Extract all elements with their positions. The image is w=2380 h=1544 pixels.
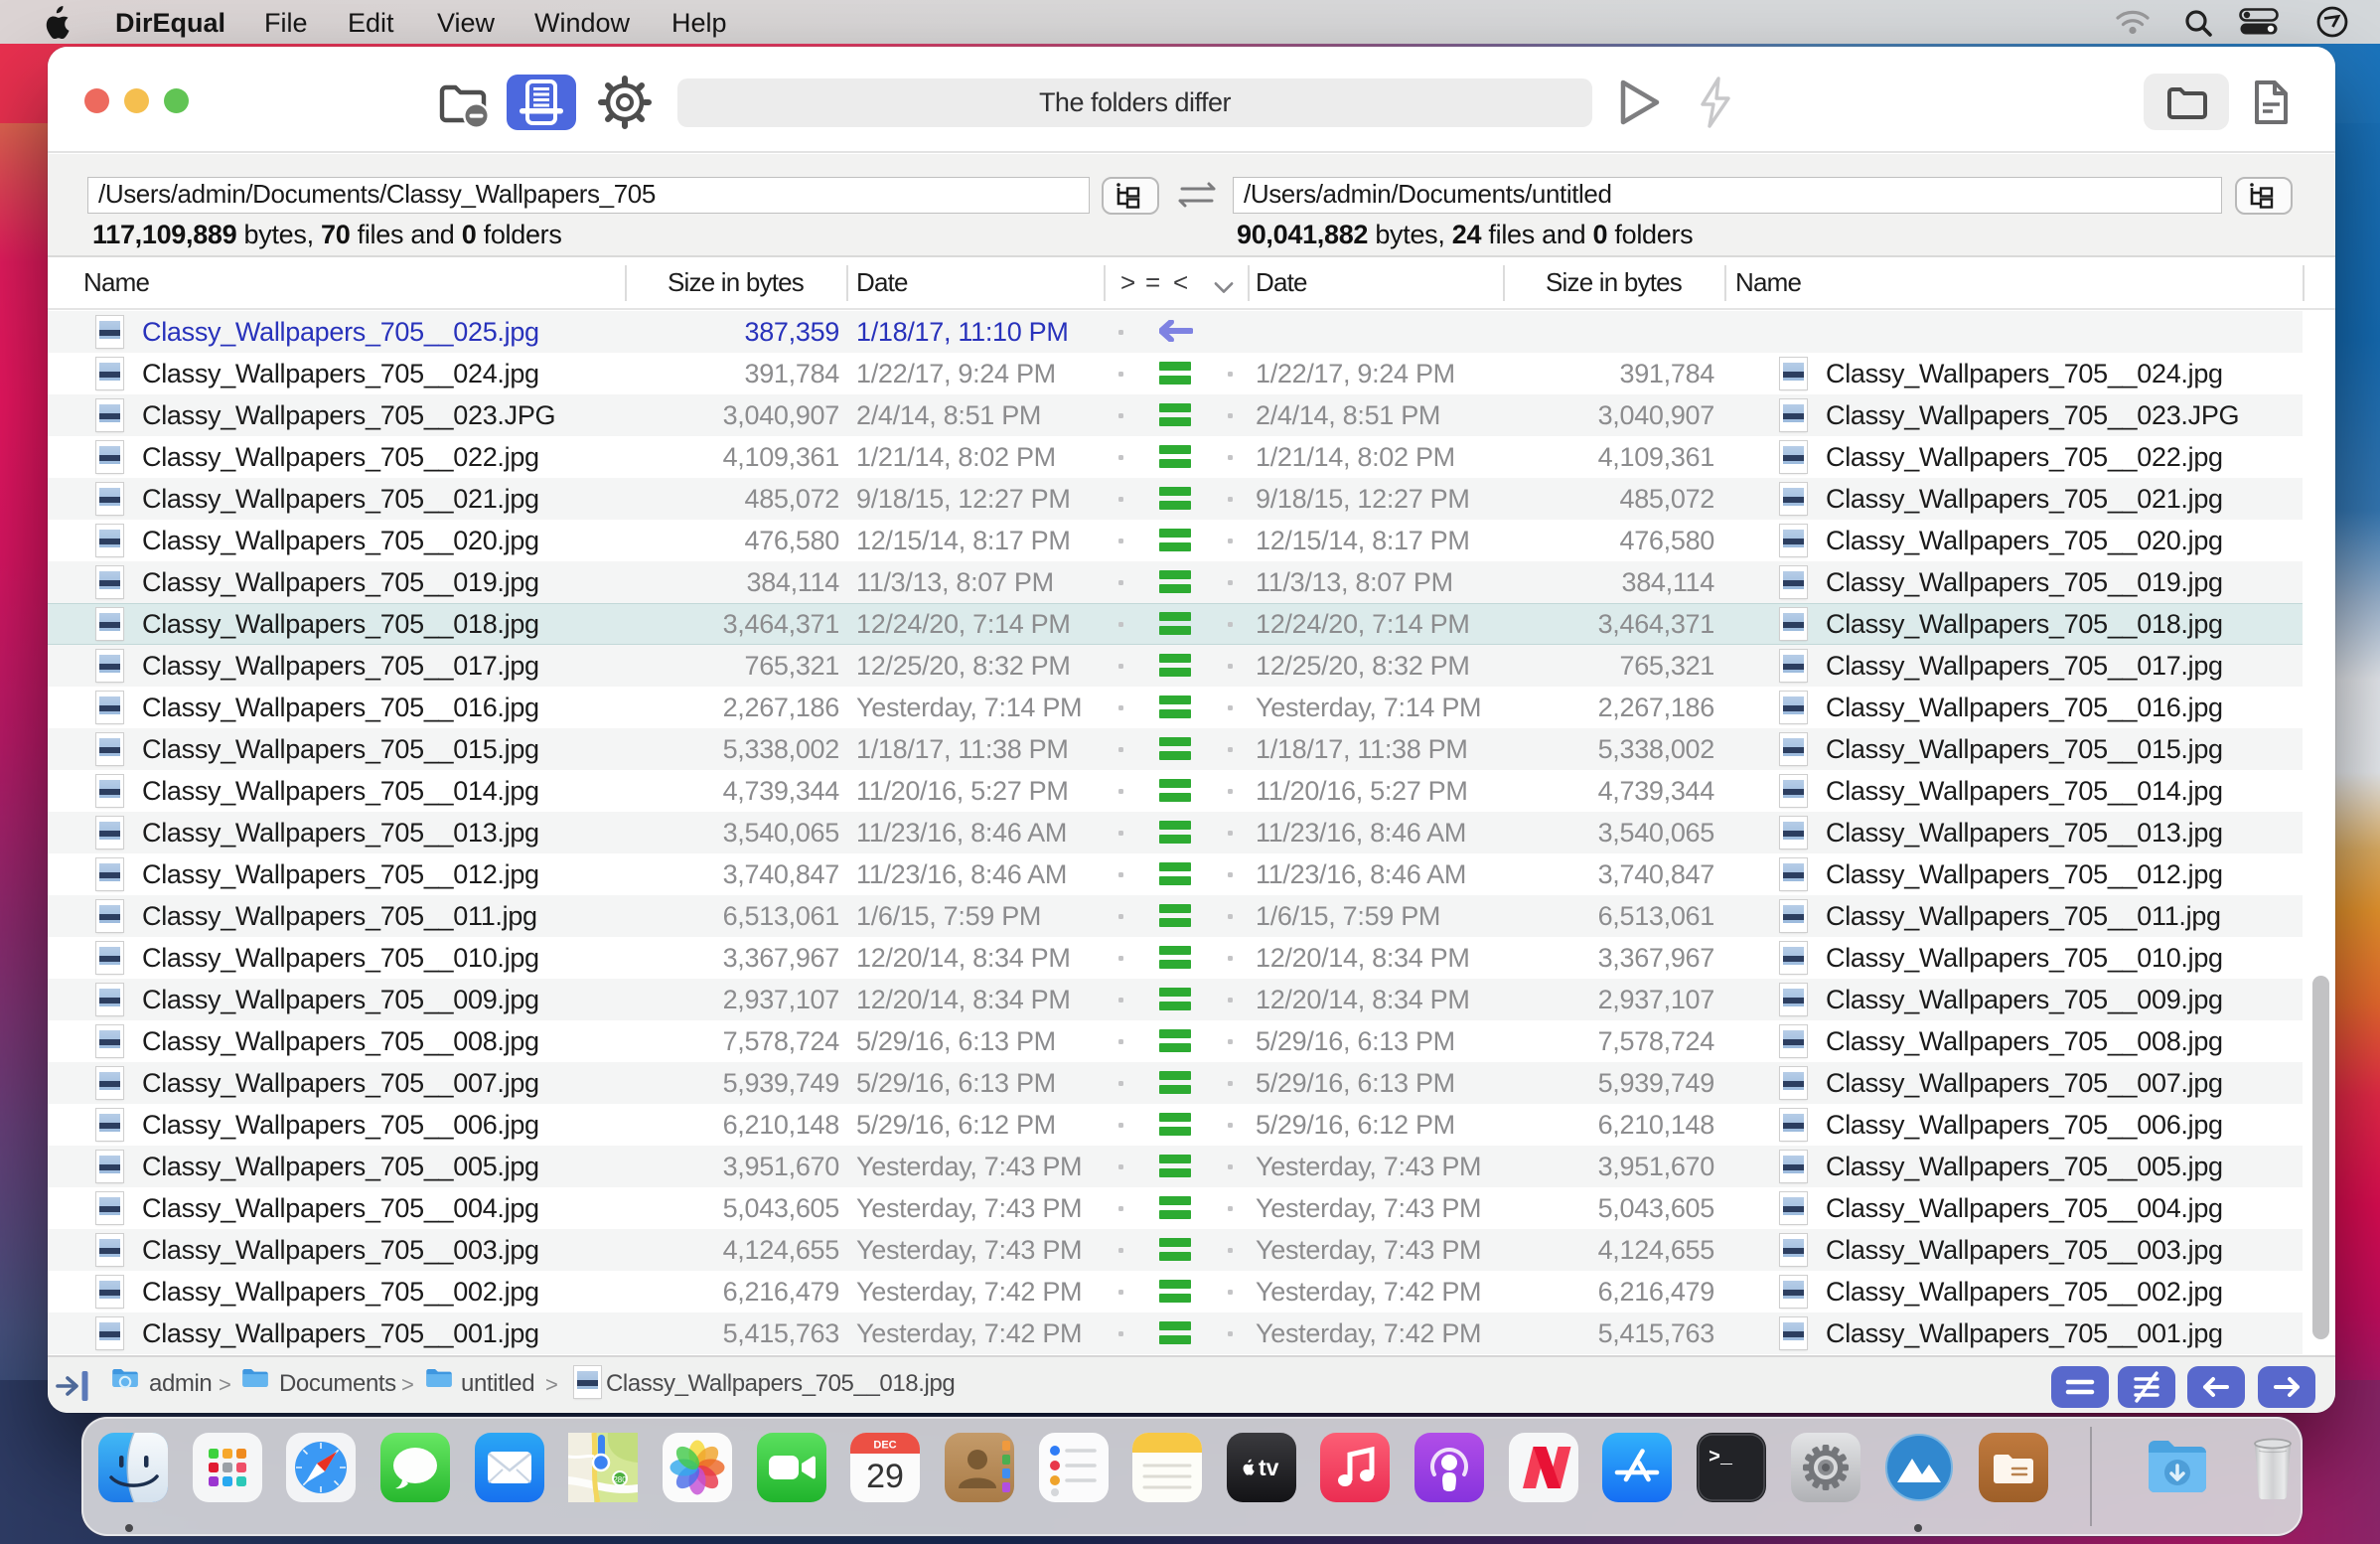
svg-text:>_: >_ [1709,1447,1733,1469]
svg-text:tv: tv [1259,1455,1279,1480]
svg-text:DEC: DEC [873,1440,896,1452]
svg-text:280: 280 [613,1475,627,1484]
svg-text:29: 29 [866,1458,904,1495]
